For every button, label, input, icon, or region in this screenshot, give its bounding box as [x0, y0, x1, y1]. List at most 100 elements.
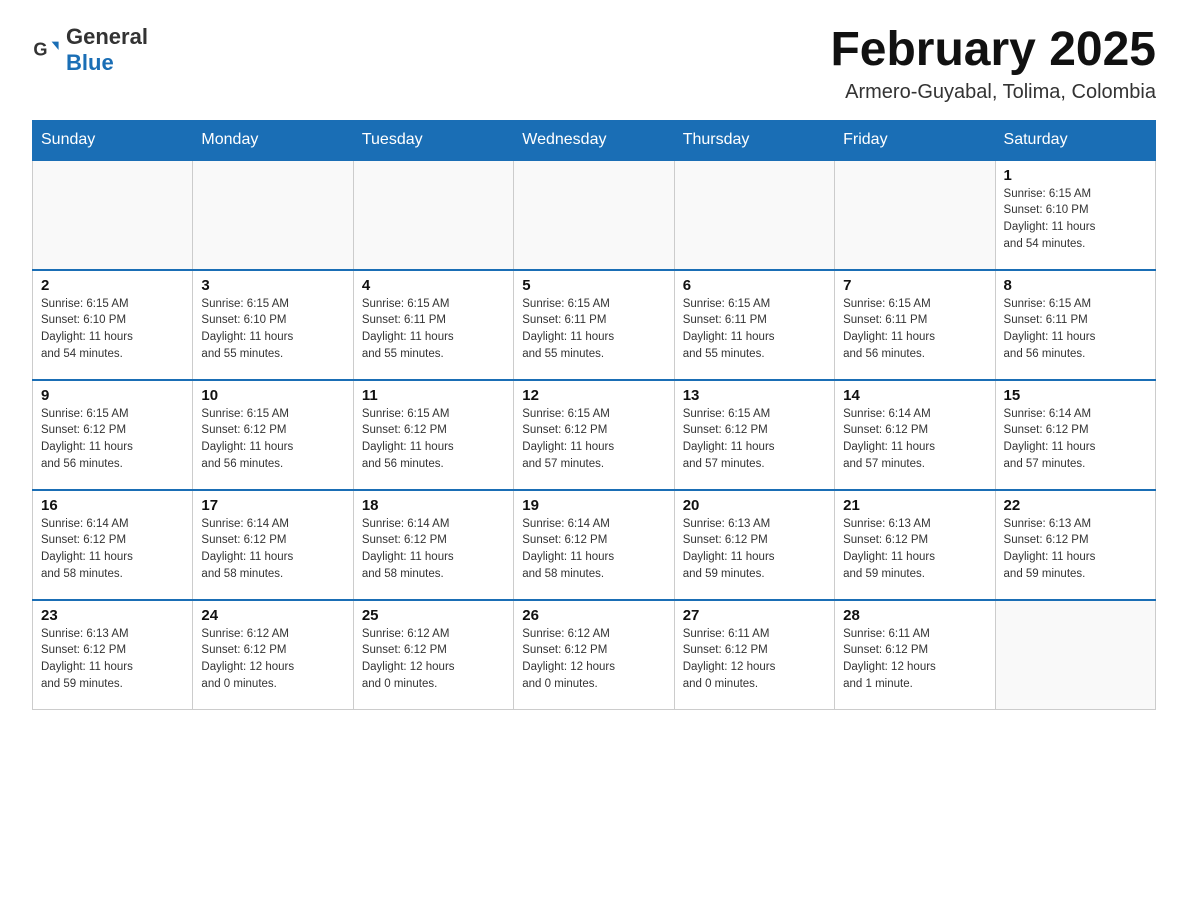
week-row-2: 2 Sunrise: 6:15 AM Sunset: 6:10 PM Daylig…: [33, 270, 1156, 380]
calendar-cell: 16Sunrise: 6:14 AM Sunset: 6:12 PM Dayli…: [33, 490, 193, 600]
day-number: 27: [683, 607, 826, 624]
weekday-header-wednesday: Wednesday: [514, 120, 674, 160]
day-number: 22: [1004, 497, 1147, 514]
calendar-cell: [33, 160, 193, 270]
calendar-cell: 19Sunrise: 6:14 AM Sunset: 6:12 PM Dayli…: [514, 490, 674, 600]
weekday-header-thursday: Thursday: [674, 120, 834, 160]
day-number: 8: [1004, 277, 1147, 294]
day-info: Sunrise: 6:15 AM Sunset: 6:10 PM Dayligh…: [41, 296, 184, 363]
day-number: 3: [201, 277, 344, 294]
day-number: 26: [522, 607, 665, 624]
calendar-cell: 7Sunrise: 6:15 AM Sunset: 6:11 PM Daylig…: [835, 270, 995, 380]
day-number: 15: [1004, 387, 1147, 404]
day-number: 2: [41, 277, 184, 294]
week-row-3: 9 Sunrise: 6:15 AM Sunset: 6:12 PM Daylig…: [33, 380, 1156, 490]
day-number: 21: [843, 497, 986, 514]
calendar-cell: 1 Sunrise: 6:15 AM Sunset: 6:10 PM Daylig…: [995, 160, 1155, 270]
calendar-cell: 20 Sunrise: 6:13 AM Sunset: 6:12 PM Dayli…: [674, 490, 834, 600]
calendar-cell: 4Sunrise: 6:15 AM Sunset: 6:11 PM Daylig…: [353, 270, 513, 380]
day-number: 10: [201, 387, 344, 404]
day-number: 14: [843, 387, 986, 404]
calendar-cell: 26 Sunrise: 6:12 AM Sunset: 6:12 PM Dayli…: [514, 600, 674, 710]
day-info: Sunrise: 6:14 AM Sunset: 6:12 PM Dayligh…: [362, 516, 505, 583]
week-row-1: 1 Sunrise: 6:15 AM Sunset: 6:10 PM Daylig…: [33, 160, 1156, 270]
calendar-cell: 8 Sunrise: 6:15 AM Sunset: 6:11 PM Daylig…: [995, 270, 1155, 380]
calendar-cell: 12 Sunrise: 6:15 AM Sunset: 6:12 PM Dayli…: [514, 380, 674, 490]
day-number: 6: [683, 277, 826, 294]
calendar-cell: 25 Sunrise: 6:12 AM Sunset: 6:12 PM Dayli…: [353, 600, 513, 710]
calendar-cell: 21 Sunrise: 6:13 AM Sunset: 6:12 PM Dayli…: [835, 490, 995, 600]
calendar-cell: [193, 160, 353, 270]
day-number: 25: [362, 607, 505, 624]
day-info: Sunrise: 6:13 AM Sunset: 6:12 PM Dayligh…: [843, 516, 986, 583]
day-number: 17: [201, 497, 344, 514]
day-number: 7: [843, 277, 986, 294]
calendar-cell: [995, 600, 1155, 710]
day-info: Sunrise: 6:14 AM Sunset: 6:12 PM Dayligh…: [1004, 406, 1147, 473]
day-info: Sunrise: 6:13 AM Sunset: 6:12 PM Dayligh…: [41, 626, 184, 693]
logo-text-blue: Blue: [66, 50, 114, 75]
calendar-cell: 6 Sunrise: 6:15 AM Sunset: 6:11 PM Daylig…: [674, 270, 834, 380]
day-info: Sunrise: 6:15 AM Sunset: 6:10 PM Dayligh…: [201, 296, 344, 363]
calendar-cell: [514, 160, 674, 270]
day-info: Sunrise: 6:13 AM Sunset: 6:12 PM Dayligh…: [683, 516, 826, 583]
logo-text-general: General: [66, 24, 148, 49]
day-number: 24: [201, 607, 344, 624]
calendar-cell: 23 Sunrise: 6:13 AM Sunset: 6:12 PM Dayli…: [33, 600, 193, 710]
day-number: 28: [843, 607, 986, 624]
day-info: Sunrise: 6:14 AM Sunset: 6:12 PM Dayligh…: [843, 406, 986, 473]
day-number: 20: [683, 497, 826, 514]
day-info: Sunrise: 6:15 AM Sunset: 6:11 PM Dayligh…: [1004, 296, 1147, 363]
day-info: Sunrise: 6:15 AM Sunset: 6:12 PM Dayligh…: [41, 406, 184, 473]
calendar-cell: 9 Sunrise: 6:15 AM Sunset: 6:12 PM Daylig…: [33, 380, 193, 490]
calendar-cell: 24 Sunrise: 6:12 AM Sunset: 6:12 PM Dayli…: [193, 600, 353, 710]
calendar-cell: [353, 160, 513, 270]
calendar-cell: 5Sunrise: 6:15 AM Sunset: 6:11 PM Daylig…: [514, 270, 674, 380]
day-info: Sunrise: 6:14 AM Sunset: 6:12 PM Dayligh…: [201, 516, 344, 583]
calendar-cell: 27Sunrise: 6:11 AM Sunset: 6:12 PM Dayli…: [674, 600, 834, 710]
calendar-cell: 14 Sunrise: 6:14 AM Sunset: 6:12 PM Dayli…: [835, 380, 995, 490]
calendar-cell: 10 Sunrise: 6:15 AM Sunset: 6:12 PM Dayli…: [193, 380, 353, 490]
day-info: Sunrise: 6:12 AM Sunset: 6:12 PM Dayligh…: [522, 626, 665, 693]
day-info: Sunrise: 6:15 AM Sunset: 6:10 PM Dayligh…: [1004, 186, 1147, 253]
day-info: Sunrise: 6:13 AM Sunset: 6:12 PM Dayligh…: [1004, 516, 1147, 583]
calendar-cell: 15 Sunrise: 6:14 AM Sunset: 6:12 PM Dayli…: [995, 380, 1155, 490]
calendar-cell: 13Sunrise: 6:15 AM Sunset: 6:12 PM Dayli…: [674, 380, 834, 490]
logo: G General Blue: [32, 24, 148, 76]
calendar-cell: 22 Sunrise: 6:13 AM Sunset: 6:12 PM Dayli…: [995, 490, 1155, 600]
day-number: 23: [41, 607, 184, 624]
day-number: 12: [522, 387, 665, 404]
day-number: 9: [41, 387, 184, 404]
weekday-header-row: SundayMondayTuesdayWednesdayThursdayFrid…: [33, 120, 1156, 160]
location-subtitle: Armero-Guyabal, Tolima, Colombia: [830, 81, 1156, 104]
week-row-4: 16Sunrise: 6:14 AM Sunset: 6:12 PM Dayli…: [33, 490, 1156, 600]
day-number: 18: [362, 497, 505, 514]
logo-icon: G: [32, 36, 60, 64]
calendar-cell: [674, 160, 834, 270]
weekday-header-saturday: Saturday: [995, 120, 1155, 160]
calendar-cell: 3 Sunrise: 6:15 AM Sunset: 6:10 PM Daylig…: [193, 270, 353, 380]
calendar-table: SundayMondayTuesdayWednesdayThursdayFrid…: [32, 120, 1156, 711]
weekday-header-monday: Monday: [193, 120, 353, 160]
day-info: Sunrise: 6:15 AM Sunset: 6:12 PM Dayligh…: [522, 406, 665, 473]
day-number: 1: [1004, 167, 1147, 184]
weekday-header-tuesday: Tuesday: [353, 120, 513, 160]
day-info: Sunrise: 6:15 AM Sunset: 6:12 PM Dayligh…: [201, 406, 344, 473]
day-info: Sunrise: 6:15 AM Sunset: 6:12 PM Dayligh…: [683, 406, 826, 473]
month-title: February 2025: [830, 24, 1156, 77]
day-info: Sunrise: 6:14 AM Sunset: 6:12 PM Dayligh…: [41, 516, 184, 583]
weekday-header-friday: Friday: [835, 120, 995, 160]
day-info: Sunrise: 6:15 AM Sunset: 6:12 PM Dayligh…: [362, 406, 505, 473]
page-header: G General Blue February 2025 Armero-Guya…: [32, 24, 1156, 104]
calendar-cell: 11 Sunrise: 6:15 AM Sunset: 6:12 PM Dayli…: [353, 380, 513, 490]
day-info: Sunrise: 6:12 AM Sunset: 6:12 PM Dayligh…: [362, 626, 505, 693]
day-number: 11: [362, 387, 505, 404]
day-info: Sunrise: 6:12 AM Sunset: 6:12 PM Dayligh…: [201, 626, 344, 693]
calendar-cell: 2 Sunrise: 6:15 AM Sunset: 6:10 PM Daylig…: [33, 270, 193, 380]
calendar-cell: 28Sunrise: 6:11 AM Sunset: 6:12 PM Dayli…: [835, 600, 995, 710]
title-section: February 2025 Armero-Guyabal, Tolima, Co…: [830, 24, 1156, 104]
calendar-cell: 18 Sunrise: 6:14 AM Sunset: 6:12 PM Dayli…: [353, 490, 513, 600]
day-info: Sunrise: 6:14 AM Sunset: 6:12 PM Dayligh…: [522, 516, 665, 583]
calendar-cell: [835, 160, 995, 270]
day-info: Sunrise: 6:15 AM Sunset: 6:11 PM Dayligh…: [683, 296, 826, 363]
